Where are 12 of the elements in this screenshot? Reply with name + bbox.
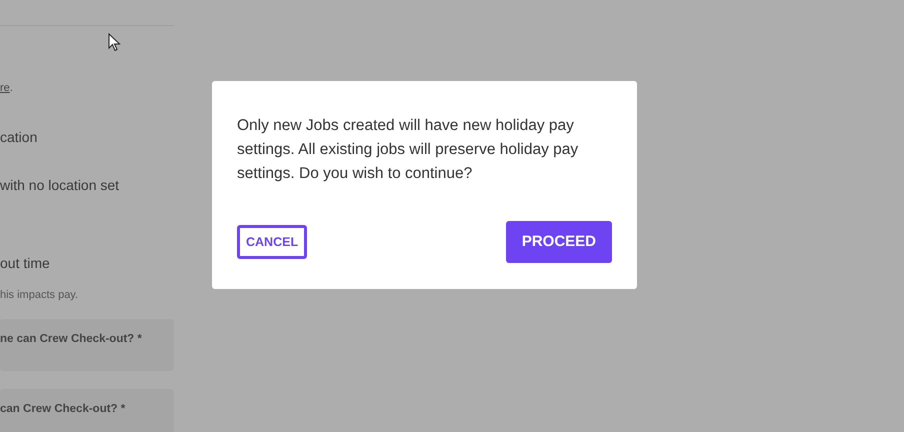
section-heading: cation <box>0 128 38 146</box>
input-field[interactable]: ne can Crew Check-out? * <box>0 319 174 371</box>
punctuation-text: . <box>10 82 13 94</box>
mouse-pointer-icon <box>108 33 121 52</box>
dialog-message: Only new Jobs created will have new holiday pay settings. All existing jobs will preserve holiday pay settings. Do you wish to continue? <box>237 116 580 184</box>
input-field[interactable]: can Crew Check-out? * <box>0 389 174 432</box>
link[interactable]: re <box>0 82 10 94</box>
proceed-button[interactable]: PROCEED <box>506 221 612 263</box>
hint-text: his impacts pay. <box>0 288 80 302</box>
section-heading: out time <box>0 254 51 272</box>
section-heading: with no location set <box>0 176 120 194</box>
cancel-button[interactable]: CANCEL <box>237 225 308 259</box>
